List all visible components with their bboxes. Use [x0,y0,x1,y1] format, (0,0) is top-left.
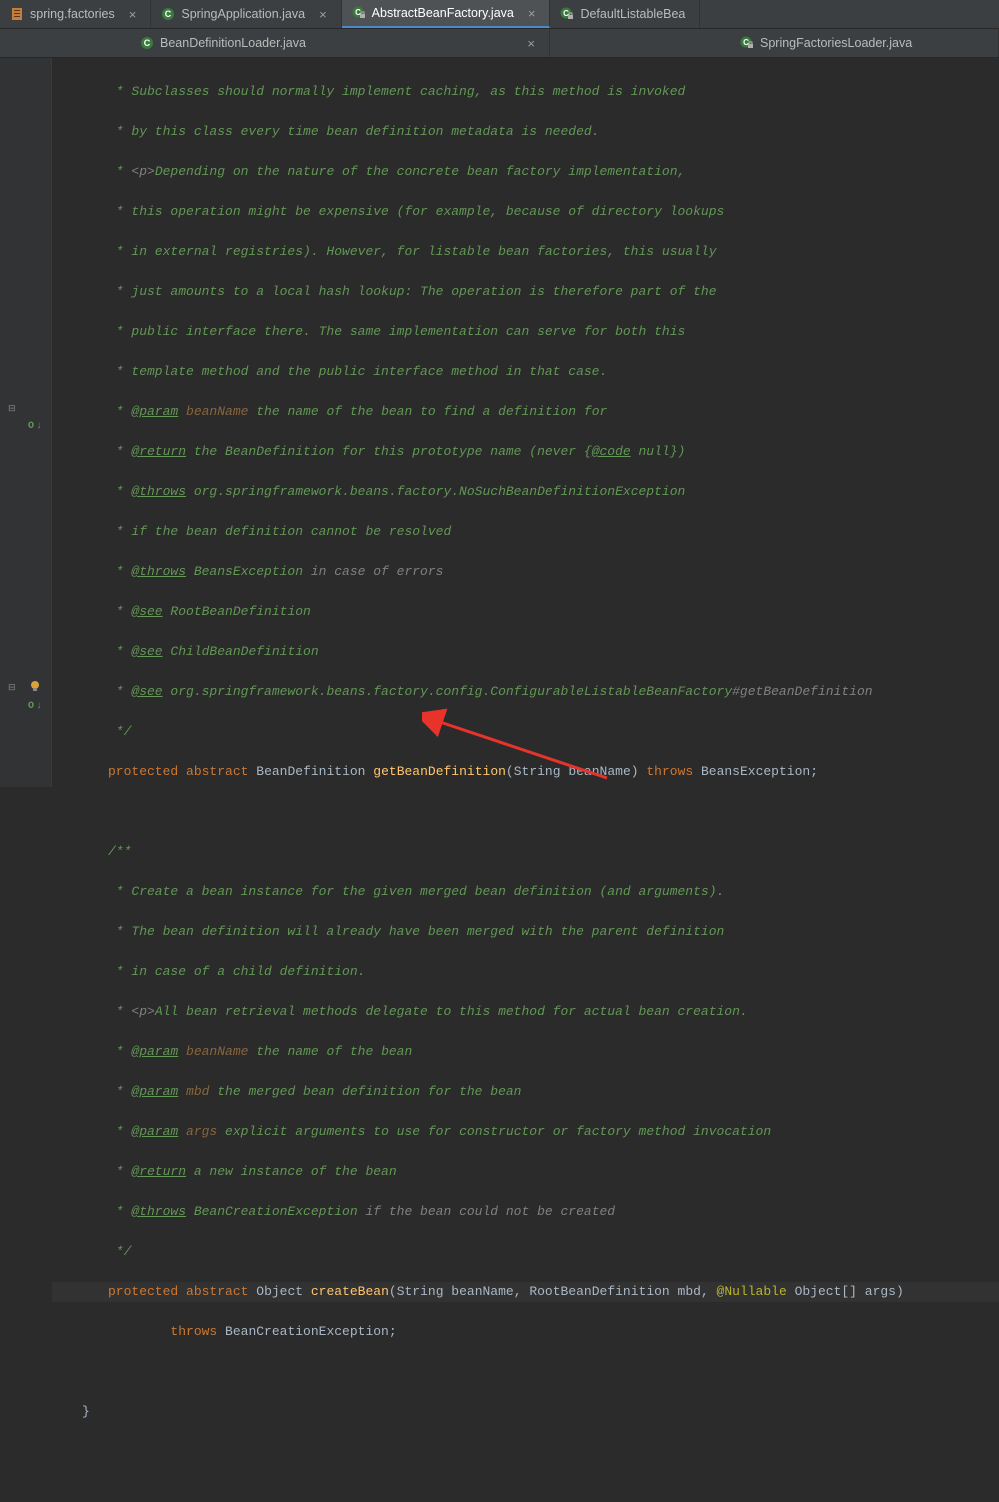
code-line: * @see ChildBeanDefinition [52,642,999,662]
code-line [52,1362,999,1382]
code-line: * <p>Depending on the nature of the conc… [52,162,999,182]
override-marker-icon[interactable]: O↓ [28,701,42,712]
file-icon [10,7,24,21]
code-line: /** [52,842,999,862]
intention-bulb-icon[interactable] [28,679,42,697]
close-icon[interactable]: × [319,7,327,22]
code-line: * template method and the public interfa… [52,362,999,382]
code-line: * @param args explicit arguments to use … [52,1122,999,1142]
editor-tabs-row-1: spring.factories × C SpringApplication.j… [0,0,999,29]
code-line: * Create a bean instance for the given m… [52,882,999,902]
class-icon: C [140,36,154,50]
svg-text:C: C [144,38,151,48]
code-line: * this operation might be expensive (for… [52,202,999,222]
fold-toggle-icon[interactable]: ⊟ [8,404,16,414]
code-editor[interactable]: * Subclasses should normally implement c… [52,58,999,787]
code-line: * @throws BeansException in case of erro… [52,562,999,582]
close-icon[interactable]: × [528,6,536,21]
code-line: * @see org.springframework.beans.factory… [52,682,999,702]
close-icon[interactable]: × [527,36,535,51]
class-locked-icon: C [740,36,754,50]
code-line: * @param beanName the name of the bean [52,1042,999,1062]
code-line: * @return a new instance of the bean [52,1162,999,1182]
tab-default-listable[interactable]: C DefaultListableBea [550,0,700,28]
gutter[interactable]: O↓ O↓ ⊟ ⊟ [0,58,52,787]
code-line: } [52,1402,999,1422]
code-line: * @see RootBeanDefinition [52,602,999,622]
code-line: * @return the BeanDefinition for this pr… [52,442,999,462]
fold-toggle-icon[interactable]: ⊟ [8,683,16,693]
code-line: * if the bean definition cannot be resol… [52,522,999,542]
code-line: * @param mbd the merged bean definition … [52,1082,999,1102]
class-locked-icon: C [560,7,574,21]
tab-label: BeanDefinitionLoader.java [160,36,306,50]
tab-label: AbstractBeanFactory.java [372,6,514,20]
code-line: * @param beanName the name of the bean t… [52,402,999,422]
tab-label: spring.factories [30,7,115,21]
tab-bean-definition-loader[interactable]: C BeanDefinitionLoader.java × [130,29,550,57]
close-icon[interactable]: × [129,7,137,22]
code-line: * in external registries). However, for … [52,242,999,262]
tab-spring-factories-loader[interactable]: C SpringFactoriesLoader.java [550,29,999,57]
code-line: * @throws org.springframework.beans.fact… [52,482,999,502]
editor-tabs-row-2: C BeanDefinitionLoader.java × C SpringFa… [0,29,999,58]
code-line: * <p>All bean retrieval methods delegate… [52,1002,999,1022]
tab-label: SpringFactoriesLoader.java [760,36,912,50]
tab-spacer [0,29,130,57]
code-line: * public interface there. The same imple… [52,322,999,342]
editor-area: O↓ O↓ ⊟ ⊟ * Subclasses should normally i… [0,58,999,787]
tab-abstract-bean-factory[interactable]: C AbstractBeanFactory.java × [342,0,551,28]
tab-label: SpringApplication.java [181,7,305,21]
code-line: * Subclasses should normally implement c… [52,82,999,102]
code-line-active: protected abstract Object createBean(Str… [52,1282,999,1302]
svg-text:C: C [165,9,172,19]
code-line: * The bean definition will already have … [52,922,999,942]
code-line: * by this class every time bean definiti… [52,122,999,142]
code-line: * in case of a child definition. [52,962,999,982]
tab-label: DefaultListableBea [580,7,685,21]
code-line: * just amounts to a local hash lookup: T… [52,282,999,302]
class-locked-icon: C [352,6,366,20]
code-line [52,802,999,822]
class-icon: C [161,7,175,21]
code-line: protected abstract BeanDefinition getBea… [52,762,999,782]
code-line: */ [52,722,999,742]
code-line: * @throws BeanCreationException if the b… [52,1202,999,1222]
override-marker-icon[interactable]: O↓ [28,421,42,432]
code-line: */ [52,1242,999,1262]
tab-spring-application[interactable]: C SpringApplication.java × [151,0,341,28]
code-line: throws BeanCreationException; [52,1322,999,1342]
tab-spring-factories[interactable]: spring.factories × [0,0,151,28]
